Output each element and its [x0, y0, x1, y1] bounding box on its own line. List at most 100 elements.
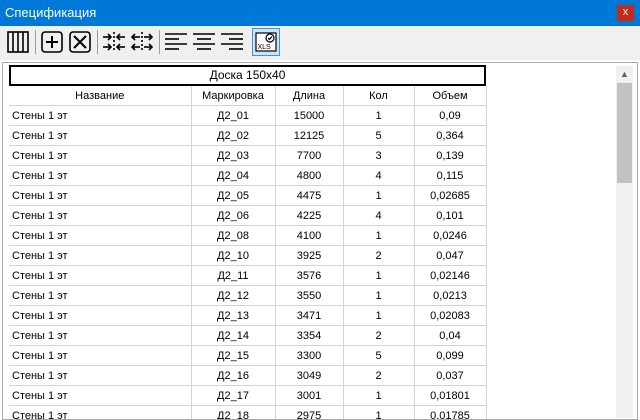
- length-cell[interactable]: 4100: [275, 225, 344, 246]
- length-cell[interactable]: 2975: [275, 405, 344, 419]
- scroll-thumb[interactable]: [617, 83, 632, 183]
- length-cell[interactable]: 4225: [275, 205, 344, 226]
- length-cell[interactable]: 3550: [275, 285, 344, 306]
- volume-cell[interactable]: 0,09: [414, 105, 487, 126]
- volume-cell[interactable]: 0,01801: [414, 385, 487, 406]
- table-row[interactable]: Стены 1 эт Д2_13 3471 1 0,02083: [9, 305, 487, 326]
- name-cell[interactable]: Стены 1 эт: [9, 385, 192, 406]
- marking-cell[interactable]: Д2_16: [191, 365, 276, 386]
- table-row[interactable]: Стены 1 эт Д2_10 3925 2 0,047: [9, 245, 487, 266]
- volume-cell[interactable]: 0,0246: [414, 225, 487, 246]
- marking-column-header[interactable]: Маркировка: [191, 86, 276, 106]
- marking-cell[interactable]: Д2_13: [191, 305, 276, 326]
- name-cell[interactable]: Стены 1 эт: [9, 325, 192, 346]
- expand-button[interactable]: [129, 29, 155, 55]
- align-center-button[interactable]: [191, 29, 217, 55]
- table-row[interactable]: Стены 1 эт Д2_03 7700 3 0,139: [9, 145, 487, 166]
- quantity-cell[interactable]: 1: [343, 225, 415, 246]
- marking-cell[interactable]: Д2_03: [191, 145, 276, 166]
- align-right-button[interactable]: [219, 29, 245, 55]
- name-cell[interactable]: Стены 1 эт: [9, 365, 192, 386]
- name-cell[interactable]: Стены 1 эт: [9, 265, 192, 286]
- length-cell[interactable]: 7700: [275, 145, 344, 166]
- volume-cell[interactable]: 0,139: [414, 145, 487, 166]
- volume-column-header[interactable]: Объем: [414, 86, 487, 106]
- table-row[interactable]: Стены 1 эт Д2_08 4100 1 0,0246: [9, 225, 487, 246]
- quantity-column-header[interactable]: Кол: [343, 86, 415, 106]
- name-column-header[interactable]: Название: [9, 86, 192, 106]
- name-cell[interactable]: Стены 1 эт: [9, 105, 192, 126]
- export-xls-button[interactable]: XLS: [252, 28, 280, 56]
- table-row[interactable]: Стены 1 эт Д2_05 4475 1 0,02685: [9, 185, 487, 206]
- table-row[interactable]: Стены 1 эт Д2_02 12125 5 0,364: [9, 125, 487, 146]
- table-row[interactable]: Стены 1 эт Д2_11 3576 1 0,02146: [9, 265, 487, 286]
- volume-cell[interactable]: 0,115: [414, 165, 487, 186]
- name-cell[interactable]: Стены 1 эт: [9, 125, 192, 146]
- volume-cell[interactable]: 0,364: [414, 125, 487, 146]
- quantity-cell[interactable]: 5: [343, 125, 415, 146]
- quantity-cell[interactable]: 3: [343, 145, 415, 166]
- quantity-cell[interactable]: 1: [343, 405, 415, 419]
- marking-cell[interactable]: Д2_14: [191, 325, 276, 346]
- quantity-cell[interactable]: 1: [343, 385, 415, 406]
- length-cell[interactable]: 4475: [275, 185, 344, 206]
- marking-cell[interactable]: Д2_10: [191, 245, 276, 266]
- marking-cell[interactable]: Д2_15: [191, 345, 276, 366]
- table-row[interactable]: Стены 1 эт Д2_12 3550 1 0,0213: [9, 285, 487, 306]
- name-cell[interactable]: Стены 1 эт: [9, 285, 192, 306]
- quantity-cell[interactable]: 1: [343, 265, 415, 286]
- length-cell[interactable]: 3300: [275, 345, 344, 366]
- length-cell[interactable]: 3925: [275, 245, 344, 266]
- delete-button[interactable]: [67, 29, 93, 55]
- vertical-scrollbar[interactable]: ▲: [616, 66, 633, 418]
- length-cell[interactable]: 12125: [275, 125, 344, 146]
- table-row[interactable]: Стены 1 эт Д2_14 3354 2 0,04: [9, 325, 487, 346]
- quantity-cell[interactable]: 1: [343, 105, 415, 126]
- name-cell[interactable]: Стены 1 эт: [9, 405, 192, 419]
- volume-cell[interactable]: 0,099: [414, 345, 487, 366]
- volume-cell[interactable]: 0,047: [414, 245, 487, 266]
- table-row[interactable]: Стены 1 эт Д2_06 4225 4 0,101: [9, 205, 487, 226]
- volume-cell[interactable]: 0,0213: [414, 285, 487, 306]
- table-row[interactable]: Стены 1 эт Д2_04 4800 4 0,115: [9, 165, 487, 186]
- volume-cell[interactable]: 0,037: [414, 365, 487, 386]
- scroll-up-arrow-icon[interactable]: ▲: [616, 66, 633, 83]
- quantity-cell[interactable]: 1: [343, 305, 415, 326]
- marking-cell[interactable]: Д2_12: [191, 285, 276, 306]
- name-cell[interactable]: Стены 1 эт: [9, 205, 192, 226]
- marking-cell[interactable]: Д2_08: [191, 225, 276, 246]
- name-cell[interactable]: Стены 1 эт: [9, 345, 192, 366]
- table-row[interactable]: Стены 1 эт Д2_01 15000 1 0,09: [9, 105, 487, 126]
- quantity-cell[interactable]: 4: [343, 165, 415, 186]
- collapse-button[interactable]: [101, 29, 127, 55]
- marking-cell[interactable]: Д2_05: [191, 185, 276, 206]
- table-row[interactable]: Стены 1 эт Д2_15 3300 5 0,099: [9, 345, 487, 366]
- name-cell[interactable]: Стены 1 эт: [9, 305, 192, 326]
- length-column-header[interactable]: Длина: [275, 86, 344, 106]
- name-cell[interactable]: Стены 1 эт: [9, 145, 192, 166]
- name-cell[interactable]: Стены 1 эт: [9, 185, 192, 206]
- align-left-button[interactable]: [163, 29, 189, 55]
- marking-cell[interactable]: Д2_01: [191, 105, 276, 126]
- marking-cell[interactable]: Д2_18: [191, 405, 276, 419]
- add-button[interactable]: [39, 29, 65, 55]
- name-cell[interactable]: Стены 1 эт: [9, 165, 192, 186]
- volume-cell[interactable]: 0,04: [414, 325, 487, 346]
- name-cell[interactable]: Стены 1 эт: [9, 245, 192, 266]
- marking-cell[interactable]: Д2_02: [191, 125, 276, 146]
- quantity-cell[interactable]: 2: [343, 365, 415, 386]
- length-cell[interactable]: 4800: [275, 165, 344, 186]
- marking-cell[interactable]: Д2_06: [191, 205, 276, 226]
- table-row[interactable]: Стены 1 эт Д2_18 2975 1 0,01785: [9, 405, 487, 419]
- marking-cell[interactable]: Д2_11: [191, 265, 276, 286]
- marking-cell[interactable]: Д2_17: [191, 385, 276, 406]
- length-cell[interactable]: 3049: [275, 365, 344, 386]
- length-cell[interactable]: 3471: [275, 305, 344, 326]
- close-button[interactable]: x: [617, 5, 634, 21]
- columns-button[interactable]: [5, 29, 31, 55]
- name-cell[interactable]: Стены 1 эт: [9, 225, 192, 246]
- table-row[interactable]: Стены 1 эт Д2_17 3001 1 0,01801: [9, 385, 487, 406]
- volume-cell[interactable]: 0,02083: [414, 305, 487, 326]
- quantity-cell[interactable]: 1: [343, 285, 415, 306]
- quantity-cell[interactable]: 2: [343, 325, 415, 346]
